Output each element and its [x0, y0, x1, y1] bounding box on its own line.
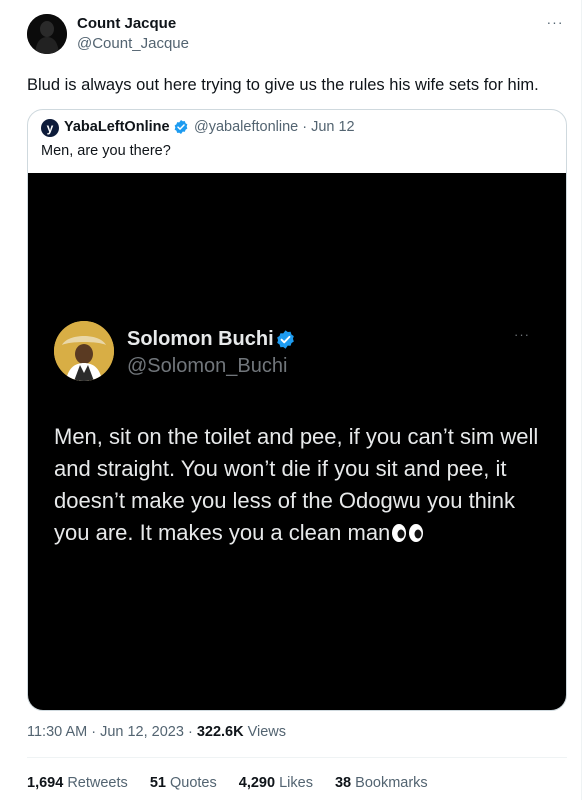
likes-count: 4,290 [238, 775, 276, 791]
verified-badge-icon [277, 330, 294, 349]
yabaleft-logo-icon: y [41, 119, 59, 137]
quoted-tweet-card[interactable]: y YabaLeftOnline @yabaleftonline · Jun 1… [27, 109, 567, 711]
engagement-stats: 1,694 Retweets 51 Quotes 4,290 Likes 38 … [27, 775, 446, 791]
quoted-author-handle: @yabaleftonline · Jun 12 [194, 119, 355, 135]
more-icon[interactable]: ··· [543, 12, 567, 32]
inner-tweet-body: Men, sit on the toilet and pee, if you c… [54, 424, 539, 545]
verified-badge-icon [174, 120, 188, 134]
views-label: Views [243, 724, 287, 740]
stats-divider [27, 757, 567, 758]
eyes-emoji-icon [392, 524, 424, 542]
avatar-photo [54, 321, 114, 381]
bookmarks-stat[interactable]: 38 Bookmarks [335, 775, 428, 791]
quoted-author-name: YabaLeftOnline [64, 119, 170, 135]
quoted-tweet-text: Men, are you there? [41, 143, 171, 159]
quotes-stat[interactable]: 51 Quotes [150, 775, 217, 791]
bookmarks-count: 38 [334, 775, 352, 791]
author-avatar[interactable] [27, 14, 67, 54]
author-handle[interactable]: @Count_Jacque [77, 35, 189, 52]
retweets-stat[interactable]: 1,694 Retweets [27, 775, 128, 791]
tweet-timestamp: 11:30 AM · Jun 12, 2023 · 322.6K Views [27, 724, 286, 740]
quotes-label: Quotes [165, 775, 217, 791]
quoted-tweet-image[interactable]: Solomon Buchi @Solomon_Buchi ··· Men, si… [28, 173, 566, 710]
inner-author-handle: @Solomon_Buchi [127, 355, 288, 377]
timestamp-text[interactable]: 11:30 AM · Jun 12, 2023 · [27, 724, 197, 740]
quotes-count: 51 [149, 775, 166, 791]
views-count: 322.6K [196, 724, 244, 740]
likes-label: Likes [275, 775, 313, 791]
inner-avatar [54, 321, 114, 381]
inner-more-icon: ··· [514, 327, 530, 342]
inner-author-name: Solomon Buchi [127, 328, 274, 350]
avatar-image [27, 14, 67, 54]
retweets-label: Retweets [63, 775, 128, 791]
retweets-count: 1,694 [27, 775, 64, 791]
bookmarks-label: Bookmarks [351, 775, 428, 791]
likes-stat[interactable]: 4,290 Likes [239, 775, 313, 791]
tweet-text: Blud is always out here trying to give u… [27, 76, 539, 94]
column-border [581, 0, 582, 800]
author-name[interactable]: Count Jacque [77, 15, 176, 32]
inner-tweet-text: Men, sit on the toilet and pee, if you c… [54, 421, 554, 549]
